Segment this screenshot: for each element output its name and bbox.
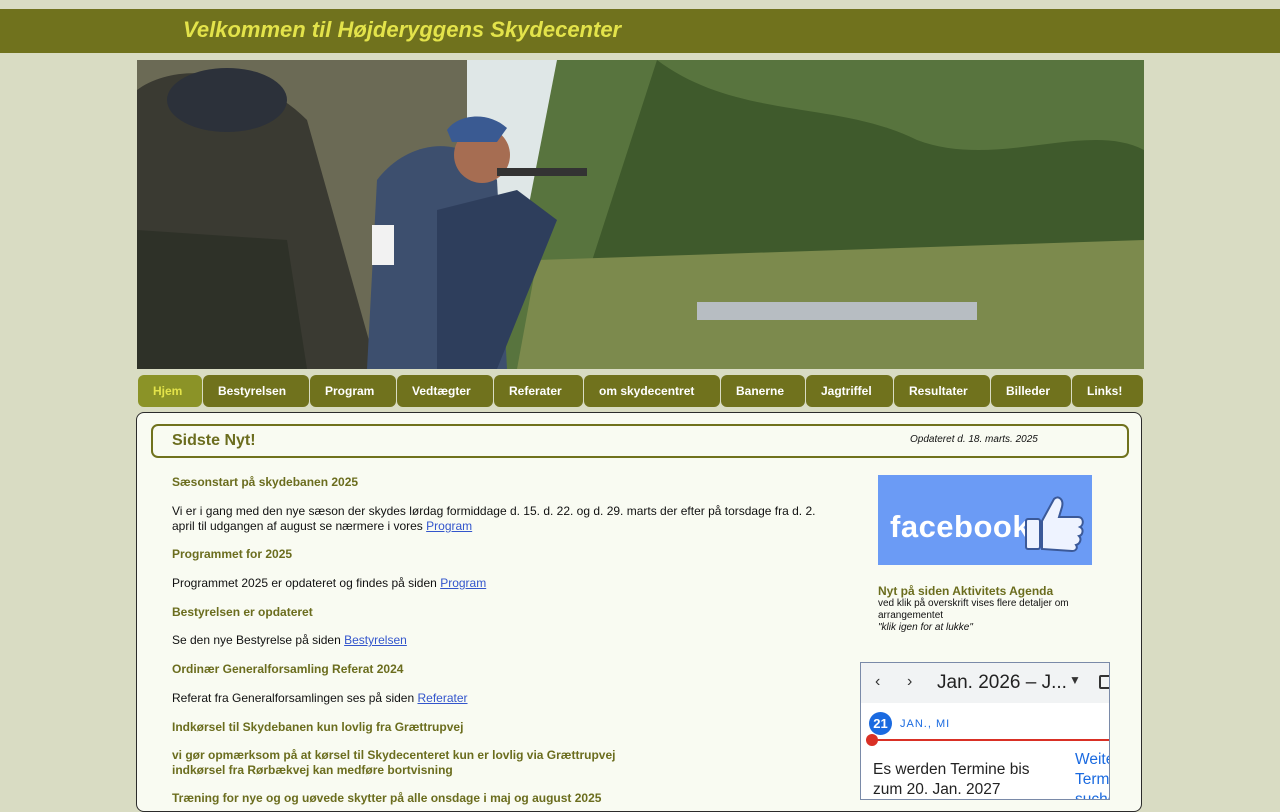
chevron-right-icon[interactable]: ›	[907, 673, 912, 691]
thumbs-up-icon	[1025, 496, 1084, 553]
nav-label: Bestyrelsen	[218, 384, 287, 398]
nav-item-billeder[interactable]: Billeder	[991, 375, 1071, 407]
nav-label: Referater	[509, 384, 562, 398]
news-title: Ordinær Generalforsamling Referat 2024	[172, 662, 404, 676]
nav-label: Billeder	[1006, 384, 1051, 398]
news-title: Programmet for 2025	[172, 547, 293, 561]
agenda-hint: "klik igen for at lukke"	[878, 622, 973, 633]
news-text: Se den nye Bestyrelse på siden Bestyrels…	[172, 633, 822, 648]
shooting-range-photo	[137, 60, 1144, 369]
agenda-text: ved klik på overskrift vises flere detal…	[878, 598, 1069, 621]
more-events-link[interactable]: Weitere Termine suchen	[1075, 750, 1109, 799]
chevron-down-icon[interactable]: ▼	[1069, 673, 1081, 687]
updated-date: Opdateret d. 18. marts. 2025	[910, 434, 1038, 445]
referater-link[interactable]: Referater	[417, 691, 467, 705]
nav-label: Resultater	[909, 384, 968, 398]
calendar-widget: ‹ › Jan. 2026 – J... ▼ 21 JAN., MI Es we…	[860, 662, 1110, 800]
chevron-left-icon[interactable]: ‹	[875, 673, 880, 691]
news-body: Programmet 2025 er opdateret og findes p…	[172, 576, 437, 590]
news-body: Se den nye Bestyrelse på siden	[172, 633, 341, 647]
facebook-logo-text: facebook	[890, 509, 1031, 544]
hero-image	[137, 60, 1144, 369]
facebook-banner[interactable]: facebook	[878, 475, 1092, 565]
site-title: Velkommen til Højderyggens Skydecenter	[183, 17, 622, 42]
nav-label: Banerne	[736, 384, 785, 398]
bestyrelsen-link[interactable]: Bestyrelsen	[344, 633, 407, 647]
nav-item-referater[interactable]: Referater	[494, 375, 583, 407]
news-body: Vi er i gang med den nye sæson der skyde…	[172, 504, 816, 533]
nav-label: Hjem	[153, 384, 183, 398]
news-body: Referat fra Generalforsamlingen ses på s…	[172, 691, 415, 705]
program-link[interactable]: Program	[426, 519, 472, 533]
nav-label: Vedtægter	[412, 384, 471, 398]
news-text: Referat fra Generalforsamlingen ses på s…	[172, 691, 822, 706]
calendar-message: Es werden Termine bis zum 20. Jan. 2027 …	[873, 761, 1030, 798]
main-nav: Hjem Bestyrelsen Program Vedtægter Refer…	[137, 375, 1144, 407]
calendar-icon[interactable]	[1099, 675, 1109, 689]
nav-item-jagtriffel[interactable]: Jagtriffel	[806, 375, 893, 407]
current-time-dot	[866, 734, 878, 746]
nav-label: Program	[325, 384, 375, 398]
nav-item-program[interactable]: Program	[310, 375, 396, 407]
nav-item-links[interactable]: Links!	[1072, 375, 1143, 407]
news-heading: Sidste Nyt!	[172, 432, 256, 449]
news-title: Sæsonstart på skydebanen 2025	[172, 475, 359, 489]
nav-item-vedtaegter[interactable]: Vedtægter	[397, 375, 493, 407]
program-link[interactable]: Program	[440, 576, 486, 590]
news-text: Programmet 2025 er opdateret og findes p…	[172, 576, 822, 591]
current-time-line	[871, 739, 1109, 741]
nav-item-hjem[interactable]: Hjem	[138, 375, 202, 407]
day-badge: 21	[869, 712, 892, 735]
warning-line: vi gør opmærksom på at kørsel til Skydec…	[172, 748, 616, 762]
nav-item-banerne[interactable]: Banerne	[721, 375, 805, 407]
nav-item-resultater[interactable]: Resultater	[894, 375, 990, 407]
news-text: Vi er i gang med den nye sæson der skyde…	[172, 504, 822, 533]
day-label: JAN., MI	[900, 718, 951, 730]
nav-label: om skydecentret	[599, 384, 695, 398]
agenda-title[interactable]: Nyt på siden Aktivitets Agenda	[878, 584, 1053, 598]
nav-item-om-skydecentret[interactable]: om skydecentret	[584, 375, 720, 407]
warning-line: indkørsel fra Rørbækvej kan medføre bort…	[172, 763, 453, 777]
nav-label: Jagtriffel	[821, 384, 872, 398]
training-notice: Træning for nye og og uøvede skytter på …	[172, 791, 602, 805]
nav-item-bestyrelsen[interactable]: Bestyrelsen	[203, 375, 309, 407]
news-title: Indkørsel til Skydebanen kun lovlig fra …	[172, 720, 464, 734]
nav-label: Links!	[1087, 384, 1123, 398]
news-title: Bestyrelsen er opdateret	[172, 605, 313, 619]
calendar-range: Jan. 2026 – J...	[937, 672, 1067, 693]
